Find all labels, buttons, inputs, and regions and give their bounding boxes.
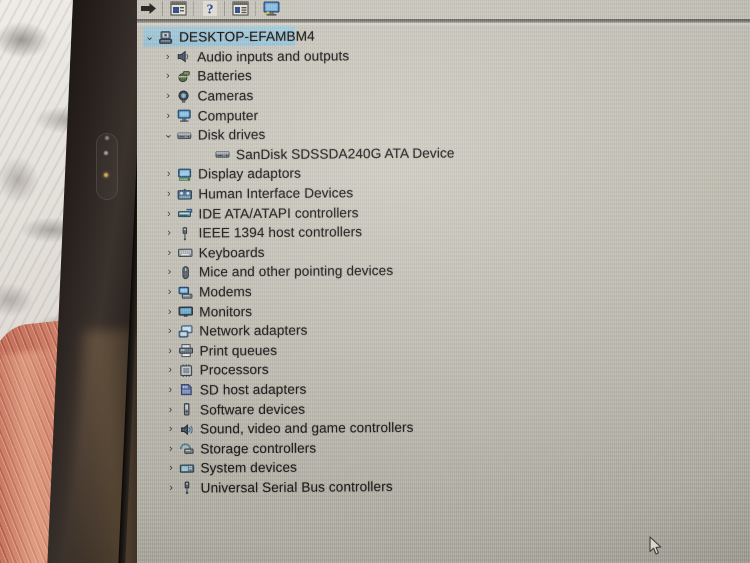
tree-item-label: Disk drives (197, 127, 266, 143)
tree-item-label: System devices (200, 460, 298, 476)
network-adapter-icon (176, 324, 195, 339)
tree-item-label: DESKTOP-EFAMBM4 (179, 28, 315, 45)
firewire-icon (176, 226, 195, 241)
status-led-well (96, 133, 118, 200)
toolbar-separator (224, 1, 226, 16)
software-device-icon (177, 402, 196, 417)
computer-root-icon (156, 30, 175, 45)
chevron-right-icon[interactable]: › (161, 90, 174, 102)
toolbar-separator (162, 1, 164, 16)
status-led-icon (104, 151, 108, 155)
tree-item-label: Audio inputs and outputs (197, 48, 350, 65)
chevron-right-icon[interactable]: › (163, 286, 176, 298)
chevron-down-icon[interactable]: ⌄ (143, 31, 156, 43)
scan-hardware-button[interactable] (260, 0, 283, 18)
chevron-right-icon[interactable]: › (164, 384, 177, 396)
usb-icon (178, 480, 197, 495)
chevron-right-icon[interactable]: › (164, 442, 177, 454)
chevron-right-icon[interactable]: › (163, 227, 176, 239)
tree-item-label: Mice and other pointing devices (198, 263, 394, 280)
mouse-cursor (649, 536, 663, 561)
tree-children: › Audio inputs and outputs › Batteries › Came… (137, 43, 701, 498)
tree-item-label: Network adapters (199, 322, 308, 339)
toolbar-separator (193, 1, 195, 16)
sound-video-icon (177, 422, 196, 437)
chevron-right-icon[interactable]: › (161, 70, 174, 82)
tree-item-label: Sound, video and game controllers (200, 420, 414, 437)
power-led-icon (104, 173, 108, 177)
tree-item-label: SanDisk SDSSDA240G ATA Device (235, 145, 455, 163)
camera-icon (174, 89, 193, 104)
chevron-down-icon[interactable]: ⌄ (162, 129, 175, 141)
chevron-right-icon[interactable]: › (164, 364, 177, 376)
chevron-right-icon[interactable]: › (161, 51, 174, 63)
help-button[interactable]: ? (198, 0, 221, 18)
chevron-right-icon[interactable]: › (163, 305, 176, 317)
speaker-icon (174, 49, 193, 64)
tree-item-label: Universal Serial Bus controllers (200, 478, 393, 496)
tree-item-label: Batteries (197, 68, 252, 85)
system-device-icon (177, 461, 196, 476)
tree-item-label: IDE ATA/ATAPI controllers (198, 204, 359, 222)
toolbar-separator (255, 1, 257, 16)
tree-item-label: Print queues (199, 342, 278, 359)
modem-icon (176, 285, 195, 300)
chevron-right-icon[interactable]: › (162, 207, 175, 219)
properties-button[interactable] (167, 0, 190, 18)
tree-item-label: SD host adapters (199, 381, 307, 398)
chevron-right-icon[interactable]: › (163, 345, 176, 357)
chevron-right-icon[interactable]: › (162, 188, 175, 200)
disk-drive-icon (213, 147, 232, 162)
svg-text:?: ? (206, 3, 213, 17)
keyboard-icon (176, 245, 195, 260)
chevron-right-icon[interactable]: › (163, 325, 176, 337)
monitor-icon (176, 304, 195, 319)
chevron-right-icon[interactable]: › (162, 168, 175, 180)
tree-item-label: Software devices (199, 401, 306, 418)
display-adapter-icon (175, 167, 194, 182)
toolbar: ? (137, 0, 750, 19)
chevron-right-icon[interactable]: › (163, 247, 176, 259)
chevron-right-icon[interactable]: › (164, 462, 177, 474)
battery-icon (174, 69, 193, 84)
forward-button[interactable] (137, 0, 159, 18)
tree-item-label: Monitors (199, 303, 253, 320)
chevron-right-icon[interactable]: › (162, 109, 175, 121)
tree-item-label: Computer (197, 107, 259, 124)
tree-item[interactable]: › Universal Serial Bus controllers (141, 474, 701, 498)
tree-item-label: Keyboards (198, 244, 265, 261)
update-driver-button[interactable] (229, 0, 252, 18)
chevron-right-icon[interactable]: › (164, 403, 177, 415)
device-manager-window: ? ⌄ DESKTOP-EFAMBM4 › Audio inputs and o… (137, 0, 750, 563)
photo-of-laptop-screen: ? ⌄ DESKTOP-EFAMBM4 › Audio inputs and o… (0, 0, 750, 563)
tree-item-label: IEEE 1394 host controllers (198, 224, 363, 241)
computer-icon (175, 108, 194, 123)
tree-item-label: Modems (199, 284, 252, 300)
mouse-icon (176, 265, 195, 280)
chevron-right-icon[interactable]: › (165, 482, 178, 494)
tree-item-label: Display adaptors (198, 166, 302, 182)
processor-icon (177, 363, 196, 378)
tree-item-label: Storage controllers (200, 440, 317, 457)
ide-controller-icon (175, 206, 194, 221)
tree-item-label: Processors (199, 362, 269, 378)
chevron-right-icon[interactable]: › (163, 266, 176, 278)
storage-controller-icon (177, 441, 196, 456)
sd-host-icon (177, 383, 196, 398)
tree-item-label: Human Interface Devices (198, 185, 354, 202)
device-tree[interactable]: ⌄ DESKTOP-EFAMBM4 › Audio inputs and outp… (137, 24, 701, 499)
tree-item-label: Cameras (197, 88, 254, 104)
hid-icon (175, 187, 194, 202)
chevron-right-icon[interactable]: › (164, 423, 177, 435)
disk-drive-icon (175, 128, 194, 143)
status-led-icon (105, 136, 109, 140)
printer-icon (176, 343, 195, 358)
